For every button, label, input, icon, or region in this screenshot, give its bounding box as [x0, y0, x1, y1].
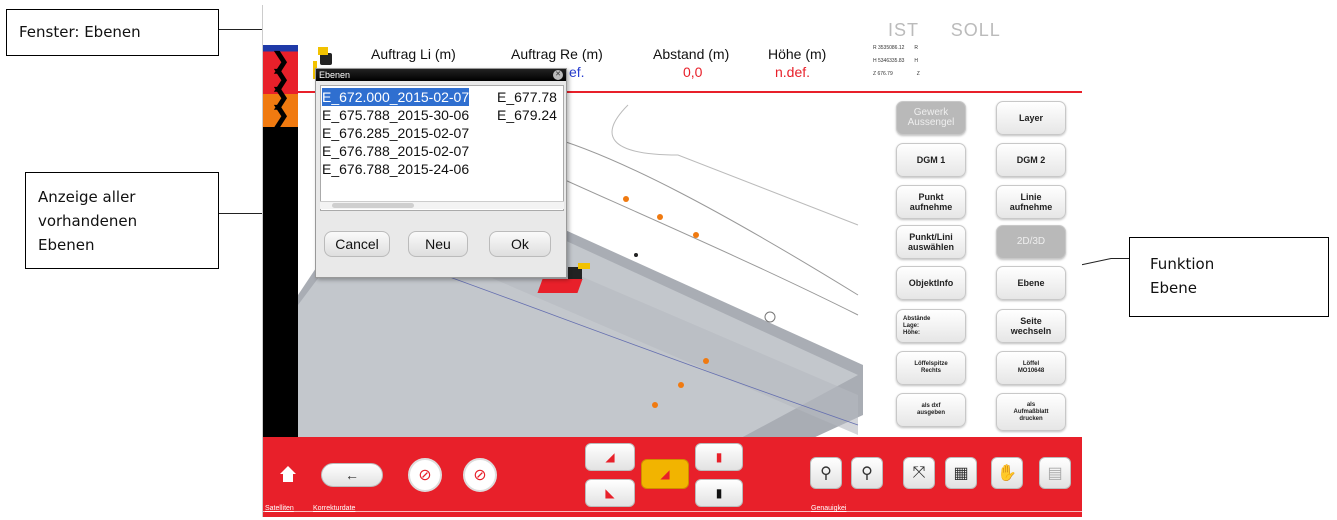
calculator-icon[interactable]: ▦ — [945, 457, 977, 489]
neu-button[interactable]: Neu — [408, 231, 468, 257]
callout-fenster-ebenen: Fenster: Ebenen — [6, 9, 219, 56]
callout-fenster-text: Fenster: Ebenen — [19, 23, 141, 41]
header-hoehe: Höhe (m) — [768, 46, 827, 62]
chevron-down-icon: ❯ — [271, 102, 290, 127]
coord-z: Z 676.79 Z — [873, 71, 920, 77]
layer-button[interactable]: Layer — [996, 101, 1066, 135]
export-icon[interactable]: ▤ — [1039, 457, 1071, 489]
excavator-view-bottom-right[interactable]: ▮ — [695, 479, 743, 507]
ebenen-dialog: Ebenen ✕ E_672.000_2015-02-07 E_675.788_… — [315, 68, 567, 278]
list-item[interactable]: E_676.788_2015-02-07 — [322, 142, 469, 160]
left-status-bar: ❯ ❯ ❯ ❯ — [263, 45, 298, 445]
callout-anzeige-line2: vorhandenen — [38, 212, 138, 230]
genauigkeit-label: Genauigkei — [811, 505, 847, 512]
ok-button[interactable]: Ok — [489, 231, 551, 257]
excavator-view-top-left[interactable]: ◢ — [585, 443, 635, 471]
als-dxf-ausgeben-button[interactable]: als dxf ausgeben — [896, 393, 966, 427]
callout-funktion-ebene: Funktion Ebene — [1129, 237, 1329, 317]
no-satellite-icon[interactable]: ⊘ — [408, 458, 442, 492]
back-arrow-icon: ← — [345, 467, 359, 483]
list-horizontal-scrollbar[interactable] — [320, 201, 564, 209]
callout-anzeige-ebenen: Anzeige aller vorhandenen Ebenen — [25, 172, 219, 269]
excavator-view-icon[interactable]: ◢ — [641, 459, 689, 489]
home-icon[interactable] — [279, 465, 297, 483]
zoom-out-icon[interactable]: ⚲ — [851, 457, 883, 489]
leader-line-funktion-b — [1111, 258, 1129, 259]
dgm2-button[interactable]: DGM 2 — [996, 143, 1066, 177]
satelliten-label: Satelliten — [265, 505, 294, 512]
close-icon[interactable]: ✕ — [553, 70, 563, 80]
callout-funktion-line1: Funktion — [1150, 255, 1215, 273]
list-item[interactable]: E_679.24 — [497, 106, 557, 124]
ebenen-list[interactable]: E_672.000_2015-02-07 E_675.788_2015-30-0… — [320, 85, 564, 211]
fit-extent-icon[interactable]: ⤧ — [903, 457, 935, 489]
callout-anzeige-line3: Ebenen — [38, 236, 95, 254]
coord-r: R 3535086.12 R — [873, 45, 919, 51]
ist-label: IST — [888, 20, 919, 40]
header-auftrag-re: Auftrag Re (m) — [511, 46, 603, 62]
list-item[interactable]: E_677.78 — [497, 88, 557, 106]
abstaende-button[interactable]: Abstände Lage: Höhe: — [896, 309, 966, 343]
function-panel: Gewerk Aussengel Layer DGM 1 DGM 2 Punkt a… — [863, 95, 1082, 445]
cancel-button[interactable]: Cancel — [324, 231, 390, 257]
callout-funktion-line2: Ebene — [1150, 279, 1197, 297]
loeffelspitze-button[interactable]: Löffelspitze Rechts — [896, 351, 966, 385]
bottom-toolbar: ← ⊘ ⊘ ◢ ◣ ◢ ▮ ▮ ⚲ ⚲ ⤧ ▦ ✋ ▤ Satelliten K… — [263, 437, 1082, 517]
status-divider — [263, 511, 1082, 512]
seite-wechseln-button[interactable]: Seite wechseln — [996, 309, 1066, 343]
excavator-view-top-right[interactable]: ▮ — [695, 443, 743, 471]
header-abstand: Abstand (m) — [653, 46, 730, 62]
app-screen: Auftrag Li (m) Auftrag Re (m) ef. Abstan… — [262, 5, 1082, 517]
coord-h: H 5346335.83 H — [873, 58, 919, 64]
list-item[interactable]: E_676.285_2015-02-07 — [322, 124, 469, 142]
gewerk-button[interactable]: Gewerk Aussengel — [896, 101, 966, 135]
punkt-linie-auswaehlen-button[interactable]: Punkt/Lini auswählen — [896, 225, 966, 259]
no-correction-icon[interactable]: ⊘ — [463, 458, 497, 492]
back-button[interactable]: ← — [321, 463, 383, 487]
ebene-button[interactable]: Ebene — [996, 266, 1066, 300]
excavator-view-bottom-left[interactable]: ◣ — [585, 479, 635, 507]
list-item[interactable]: E_676.788_2015-24-06 — [322, 160, 469, 178]
hand-pan-icon[interactable]: ✋ — [991, 457, 1023, 489]
ist-soll-heading: IST SOLL — [888, 20, 1001, 41]
header-hoehe-value: n.def. — [775, 64, 811, 80]
2d-3d-button[interactable]: 2D/3D — [996, 225, 1066, 259]
header-auftrag-li: Auftrag Li (m) — [371, 46, 456, 62]
objektinfo-button[interactable]: ObjektInfo — [896, 266, 966, 300]
scrollbar-thumb[interactable] — [332, 203, 414, 208]
aufmassblatt-drucken-button[interactable]: als Aufmaßblatt drucken — [996, 393, 1066, 431]
list-item[interactable]: E_675.788_2015-30-06 — [322, 106, 469, 124]
dialog-title: Ebenen — [319, 70, 351, 80]
list-item[interactable]: E_672.000_2015-02-07 — [321, 87, 471, 107]
header-auftrag-re-value: ef. — [569, 64, 585, 80]
header-abstand-value: 0,0 — [683, 64, 703, 80]
zoom-in-icon[interactable]: ⚲ — [810, 457, 842, 489]
soll-label: SOLL — [950, 20, 1001, 40]
callout-anzeige-line1: Anzeige aller — [38, 188, 136, 206]
punkt-aufnehmen-button[interactable]: Punkt aufnehme — [896, 185, 966, 219]
dgm1-button[interactable]: DGM 1 — [896, 143, 966, 177]
leader-line-anzeige — [219, 213, 263, 214]
loeffel-button[interactable]: Löffel MO10648 — [996, 351, 1066, 385]
dialog-title-bar: Ebenen ✕ — [316, 69, 566, 81]
linie-aufnehmen-button[interactable]: Linie aufnehme — [996, 185, 1066, 219]
korrekturdaten-label: Korrekturdate — [313, 505, 356, 512]
